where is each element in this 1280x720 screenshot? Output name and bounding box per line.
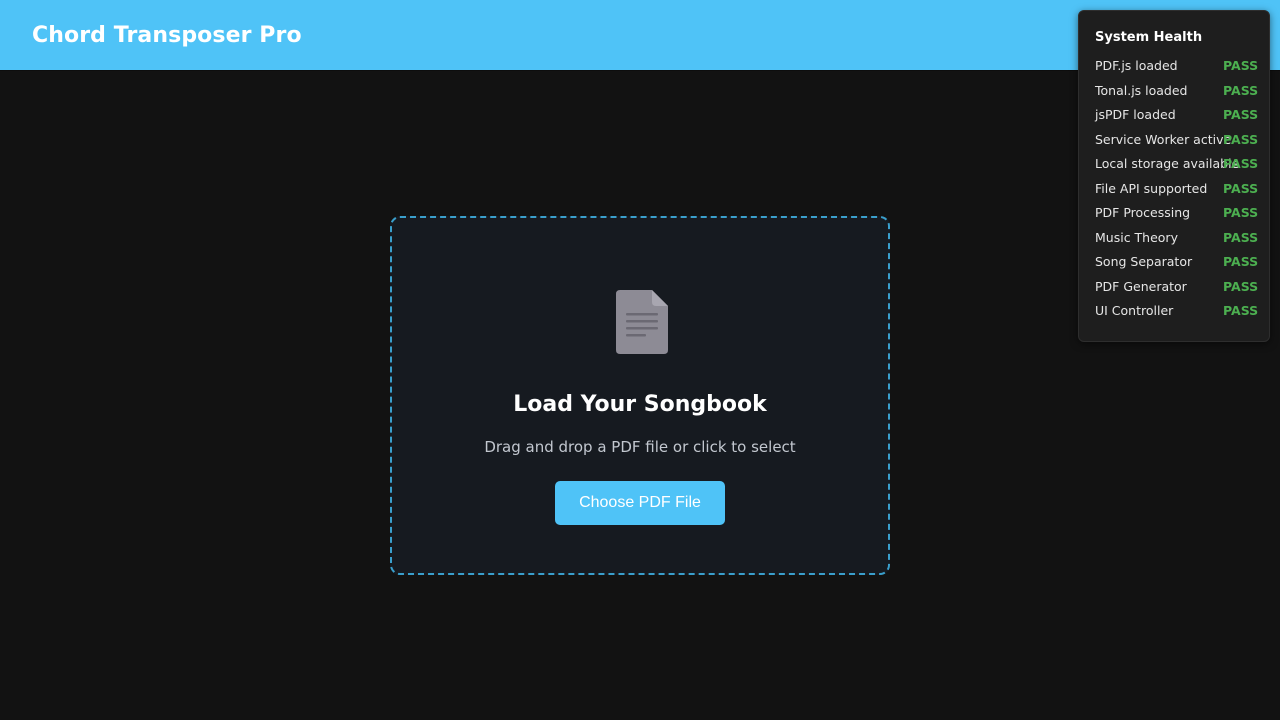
health-item-label: Song Separator [1095, 254, 1193, 269]
drop-zone-title: Load Your Songbook [513, 392, 767, 417]
health-item-status: PASS [1223, 156, 1259, 171]
health-item: PDF.js loaded PASS [1095, 57, 1259, 82]
health-item: Service Worker active PASS [1095, 131, 1259, 156]
health-item-status: PASS [1223, 229, 1259, 245]
health-item-label: PDF Processing [1095, 205, 1191, 220]
health-item: PDF Processing PASS [1095, 204, 1259, 229]
health-item-status: PASS [1223, 278, 1259, 294]
health-item: PDF Generator PASS [1095, 278, 1259, 303]
health-item-label: Local storage available [1095, 156, 1240, 171]
system-health-title: System Health [1095, 30, 1203, 45]
health-item: Song Separator PASS [1095, 253, 1259, 278]
health-item-label: Tonal.js loaded [1095, 82, 1188, 98]
system-health-panel: System Health PDF.js loaded PASS Tonal.j… [1078, 10, 1270, 342]
health-item: Music Theory PASS [1095, 229, 1259, 254]
health-check-list: PDF.js loaded PASS Tonal.js loaded PASS … [1095, 57, 1259, 327]
health-item: Local storage available PASS [1095, 155, 1259, 180]
health-item-label: Music Theory [1095, 229, 1178, 245]
health-item-label: jsPDF loaded [1095, 107, 1176, 122]
health-item-status: PASS [1223, 107, 1259, 122]
health-item-status: PASS [1223, 82, 1259, 98]
health-item-status: PASS [1223, 254, 1259, 269]
health-item-status: PASS [1223, 180, 1259, 196]
health-item-label: Service Worker active [1095, 131, 1232, 147]
health-item: File API supported PASS [1095, 180, 1259, 205]
choose-pdf-button[interactable]: Choose PDF File [555, 481, 725, 525]
document-icon [616, 290, 668, 354]
health-item-label: PDF Generator [1095, 278, 1187, 294]
health-item-status: PASS [1223, 58, 1259, 73]
app-title: Chord Transposer Pro [32, 23, 302, 48]
health-item-label: PDF.js loaded [1095, 58, 1178, 73]
health-item-status: PASS [1223, 303, 1259, 318]
health-item-status: PASS [1223, 205, 1259, 220]
health-item-status: PASS [1223, 131, 1259, 147]
pdf-drop-zone[interactable]: Load Your Songbook Drag and drop a PDF f… [390, 216, 890, 575]
health-item-label: UI Controller [1095, 303, 1174, 318]
health-item: Tonal.js loaded PASS [1095, 82, 1259, 107]
drop-zone-subtitle: Drag and drop a PDF file or click to sel… [484, 438, 796, 456]
health-item-label: File API supported [1095, 180, 1208, 196]
health-item: UI Controller PASS [1095, 302, 1259, 327]
health-item: jsPDF loaded PASS [1095, 106, 1259, 131]
